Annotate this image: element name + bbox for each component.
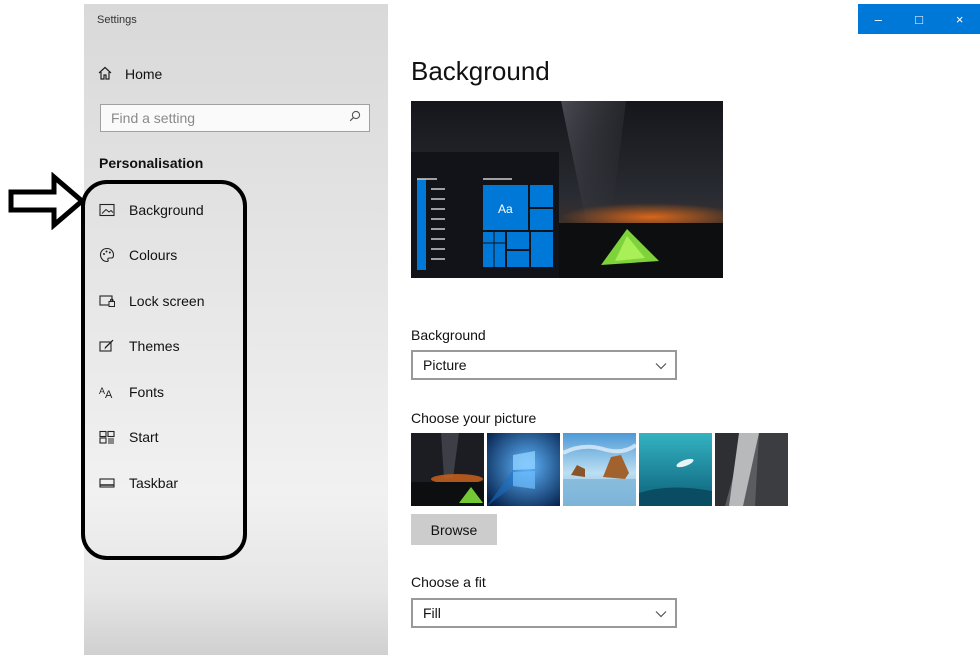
maximize-button[interactable]: □ — [899, 4, 940, 34]
picture-icon — [97, 200, 117, 220]
svg-text:A: A — [105, 389, 113, 399]
picture-thumbnail-underwater-swimmer[interactable] — [639, 433, 712, 506]
settings-window: Settings Home Personalisation Background — [81, 4, 980, 655]
fit-dropdown[interactable]: Fill — [411, 598, 677, 628]
home-label: Home — [125, 66, 163, 82]
sidebar-item-label: Colours — [129, 247, 178, 263]
palette-icon — [97, 245, 117, 265]
choose-fit-label: Choose a fit — [411, 574, 486, 590]
preview-tile-text: Aa — [498, 202, 513, 216]
search-input[interactable] — [111, 110, 349, 126]
search-box — [100, 104, 370, 132]
title-bar-controls: – □ × — [858, 4, 980, 34]
sidebar-item-label: Taskbar — [129, 475, 179, 491]
sidebar-item-label: Themes — [129, 338, 180, 354]
minimize-button[interactable]: – — [858, 4, 899, 34]
sidebar-item-themes[interactable]: Themes — [97, 334, 180, 358]
sidebar-item-start[interactable]: Start — [97, 425, 159, 449]
home-link[interactable]: Home — [97, 64, 162, 84]
sidebar-item-label: Fonts — [129, 384, 165, 400]
close-button[interactable]: × — [939, 4, 980, 34]
background-dropdown-value: Picture — [423, 357, 467, 373]
home-icon — [97, 65, 113, 84]
sidebar-item-label: Lock screen — [129, 293, 205, 309]
picture-thumbnail-milky-way[interactable] — [411, 433, 484, 506]
browse-button[interactable]: Browse — [411, 514, 497, 545]
font-icon: AA — [97, 382, 117, 402]
sidebar: Settings Home Personalisation Background — [81, 4, 388, 655]
picture-thumbnail-rock-cliff[interactable] — [715, 433, 788, 506]
background-dropdown[interactable]: Picture — [411, 350, 677, 380]
picture-thumbnails — [411, 433, 788, 506]
sidebar-item-label: Background — [129, 202, 204, 218]
lock-screen-icon — [97, 291, 117, 311]
start-tiles-icon — [97, 427, 117, 447]
sidebar-item-colours[interactable]: Colours — [97, 243, 177, 267]
page-title: Background — [411, 56, 550, 86]
sidebar-item-label: Start — [129, 429, 159, 445]
search-icon[interactable] — [349, 109, 361, 127]
sidebar-item-background[interactable]: Background — [97, 198, 204, 222]
sidebar-item-fonts[interactable]: AA Fonts — [97, 380, 164, 404]
chevron-down-icon — [655, 605, 667, 621]
sidebar-item-lock-screen[interactable]: Lock screen — [97, 289, 204, 313]
fit-dropdown-value: Fill — [423, 605, 441, 621]
section-title: Personalisation — [99, 155, 204, 171]
taskbar-icon — [97, 473, 117, 493]
annotation-highlight-box — [81, 180, 247, 560]
annotation-arrow-icon — [8, 172, 86, 230]
app-title: Settings — [97, 14, 137, 26]
choose-picture-label: Choose your picture — [411, 410, 537, 426]
picture-thumbnail-windows-light[interactable] — [487, 433, 560, 506]
background-label: Background — [411, 327, 486, 343]
chevron-down-icon — [655, 357, 667, 373]
picture-thumbnail-beach-rocks[interactable] — [563, 433, 636, 506]
background-preview: Aa — [411, 101, 723, 278]
brush-icon — [97, 336, 117, 356]
sidebar-item-taskbar[interactable]: Taskbar — [97, 471, 178, 495]
